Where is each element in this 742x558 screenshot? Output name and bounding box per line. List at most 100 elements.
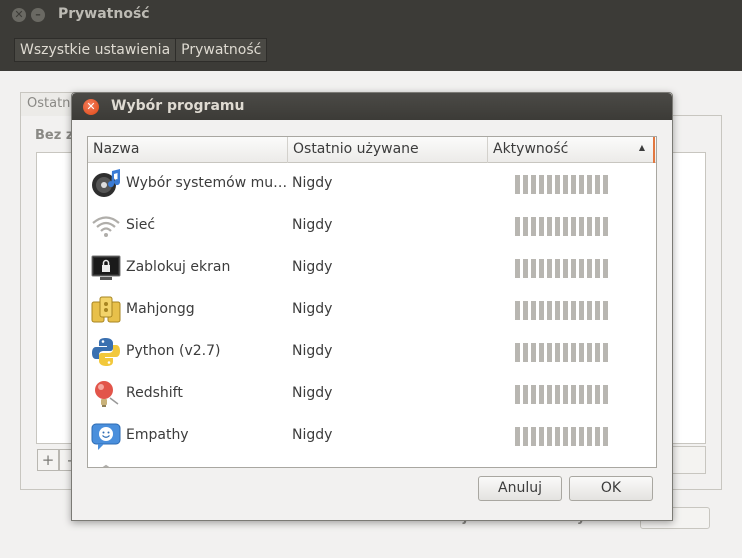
activity-bar-segment xyxy=(547,217,552,236)
activity-bar-segment xyxy=(555,343,560,362)
dialog-close-icon[interactable]: ✕ xyxy=(83,99,99,115)
activity-bars xyxy=(515,427,608,446)
column-header-name[interactable]: Nazwa xyxy=(88,137,288,163)
breadcrumb-all-settings[interactable]: Wszystkie ustawienia xyxy=(14,38,177,62)
activity-bar-segment xyxy=(515,343,520,362)
activity-bar-segment xyxy=(603,343,608,362)
activity-bar-segment xyxy=(579,385,584,404)
empathy-icon xyxy=(91,423,121,450)
activity-bar-segment xyxy=(571,175,576,194)
column-header-activity-label: Aktywność xyxy=(493,141,569,157)
activity-bar-segment xyxy=(547,427,552,446)
activity-bar-segment xyxy=(523,343,528,362)
activity-bar-segment xyxy=(539,427,544,446)
activity-bar-segment xyxy=(587,343,592,362)
table-row[interactable]: Wybór systemów mu… Nigdy xyxy=(88,163,656,205)
program-last-used: Nigdy xyxy=(292,427,333,443)
activity-bar-segment xyxy=(531,427,536,446)
table-row[interactable]: Redshift Nigdy xyxy=(88,373,656,415)
activity-bars xyxy=(515,217,608,236)
breadcrumb-privacy[interactable]: Prywatność xyxy=(176,38,268,62)
main-close-icon[interactable]: ✕ xyxy=(12,8,26,22)
activity-bar-segment xyxy=(603,175,608,194)
activity-bar-segment xyxy=(531,301,536,320)
activity-bar-segment xyxy=(579,301,584,320)
program-last-used: Nigdy xyxy=(292,301,333,317)
program-chooser-dialog: ✕ Wybór programu Nazwa Ostatnio używane … xyxy=(71,92,673,521)
activity-bar-segment xyxy=(515,259,520,278)
activity-bar-segment xyxy=(571,343,576,362)
program-name: Wybór systemów mu… xyxy=(126,175,286,191)
activity-bar-segment xyxy=(539,301,544,320)
activity-bar-segment xyxy=(531,259,536,278)
program-name: Empathy xyxy=(126,427,189,443)
table-row[interactable]: Zablokuj ekran Nigdy xyxy=(88,247,656,289)
activity-bar-segment xyxy=(587,175,592,194)
breadcrumb: Wszystkie ustawienia Prywatność xyxy=(14,38,268,62)
ok-button[interactable]: OK xyxy=(569,476,653,501)
activity-bar-segment xyxy=(515,385,520,404)
activity-bars xyxy=(515,343,608,362)
activity-bar-segment xyxy=(579,427,584,446)
table-row[interactable]: Empathy Nigdy xyxy=(88,415,656,457)
activity-bar-segment xyxy=(539,343,544,362)
program-name: Python (v2.7) xyxy=(126,343,221,359)
activity-bar-segment xyxy=(539,385,544,404)
activity-bar-segment xyxy=(587,427,592,446)
main-window-titlebar: ✕ – Prywatność xyxy=(0,0,742,30)
activity-bar-segment xyxy=(531,175,536,194)
activity-bar-segment xyxy=(603,259,608,278)
table-row[interactable]: Mahjongg Nigdy xyxy=(88,289,656,331)
activity-bar-segment xyxy=(571,259,576,278)
program-list-header: Nazwa Ostatnio używane Aktywność ▲ xyxy=(88,137,656,163)
activity-bars xyxy=(515,301,608,320)
column-header-last-used[interactable]: Ostatnio używane xyxy=(288,137,488,163)
activity-bar-segment xyxy=(523,385,528,404)
cancel-button[interactable]: Anuluj xyxy=(478,476,562,501)
activity-bar-segment xyxy=(555,427,560,446)
python-icon xyxy=(92,338,120,366)
activity-bar-segment xyxy=(579,217,584,236)
activity-bar-segment xyxy=(571,427,576,446)
activity-bar-segment xyxy=(595,343,600,362)
program-name: Sieć xyxy=(126,217,156,233)
activity-bar-segment xyxy=(547,385,552,404)
activity-bar-segment xyxy=(523,301,528,320)
activity-bar-segment xyxy=(555,217,560,236)
activity-bar-segment xyxy=(587,217,592,236)
music-icon xyxy=(92,169,121,197)
program-list: Nazwa Ostatnio używane Aktywność ▲ Wybór … xyxy=(87,136,657,468)
activity-bar-segment xyxy=(531,217,536,236)
activity-bar-segment xyxy=(563,427,568,446)
activity-bar-segment xyxy=(571,217,576,236)
activity-bar-segment xyxy=(547,259,552,278)
activity-bar-segment xyxy=(555,301,560,320)
table-row[interactable] xyxy=(88,457,656,467)
activity-bar-segment xyxy=(579,175,584,194)
program-last-used: Nigdy xyxy=(292,175,333,191)
activity-bar-segment xyxy=(603,301,608,320)
activity-bar-segment xyxy=(571,301,576,320)
activity-bar-segment xyxy=(587,259,592,278)
activity-bar-segment xyxy=(563,301,568,320)
program-name: Mahjongg xyxy=(126,301,195,317)
activity-bar-segment xyxy=(603,217,608,236)
activity-bar-segment xyxy=(523,175,528,194)
add-button[interactable]: + xyxy=(37,449,59,471)
main-minimize-icon[interactable]: – xyxy=(31,8,45,22)
activity-bar-segment xyxy=(539,217,544,236)
table-row[interactable]: Python (v2.7) Nigdy xyxy=(88,331,656,373)
table-row[interactable]: Sieć Nigdy xyxy=(88,205,656,247)
activity-bar-segment xyxy=(555,385,560,404)
activity-bar-segment xyxy=(587,385,592,404)
column-header-activity[interactable]: Aktywność ▲ xyxy=(488,137,655,163)
column-header-name-label: Nazwa xyxy=(93,141,140,157)
dialog-titlebar: ✕ Wybór programu xyxy=(72,93,672,120)
mahjongg-icon xyxy=(91,296,121,323)
activity-bar-segment xyxy=(547,301,552,320)
activity-bar-segment xyxy=(595,301,600,320)
activity-bars xyxy=(515,259,608,278)
activity-bar-segment xyxy=(515,175,520,194)
redshift-icon xyxy=(95,381,119,407)
partial-row-icon xyxy=(102,464,110,467)
